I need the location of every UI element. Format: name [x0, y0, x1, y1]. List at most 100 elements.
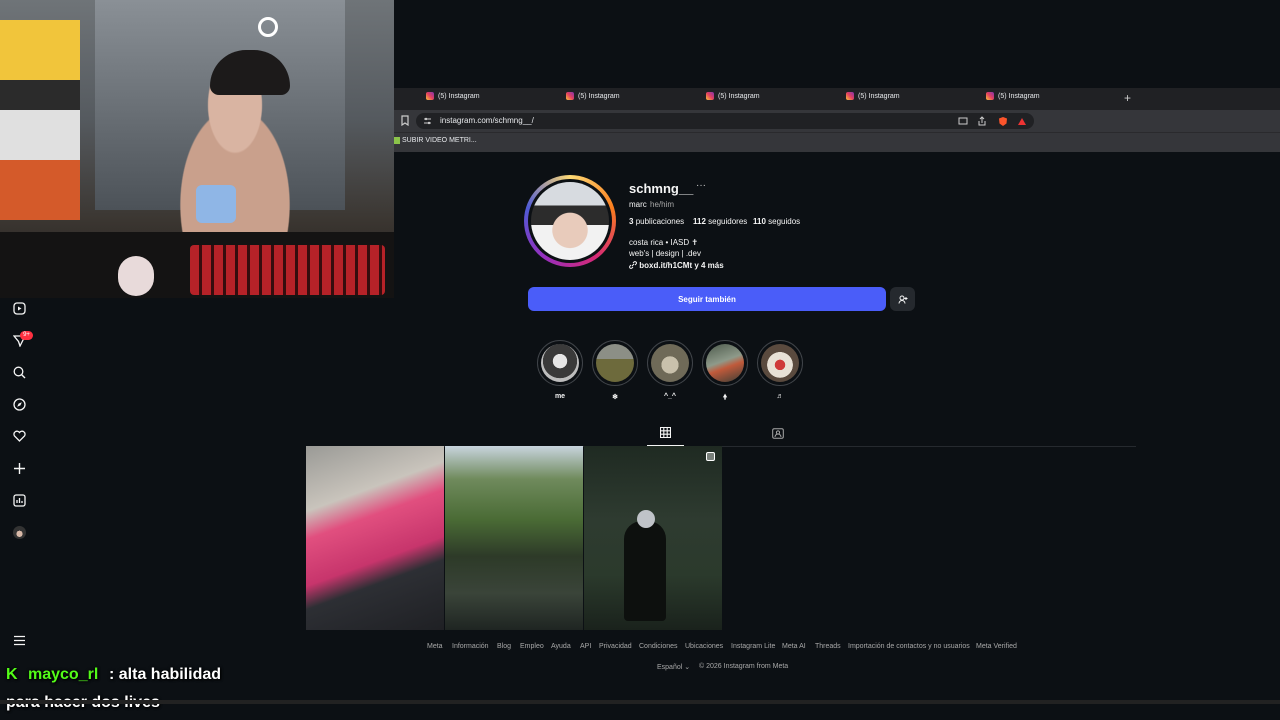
language-selector[interactable]: Español ⌄	[657, 663, 690, 671]
chat-message: : alta habilidad	[109, 666, 222, 683]
notification-badge: 9+	[20, 331, 33, 340]
story-highlight[interactable]	[592, 340, 638, 386]
footer-link[interactable]: Threads	[815, 643, 841, 650]
tab-label: (5) Instagram	[998, 92, 1040, 100]
highlight-cover	[541, 344, 579, 382]
posts-label: publicaciones	[635, 217, 685, 226]
highlight-label: ♬	[776, 393, 784, 400]
instagram-favicon-icon	[986, 92, 994, 100]
new-tab-button[interactable]: +	[1124, 91, 1131, 105]
followers-count: 112	[693, 217, 706, 226]
language-label: Español	[657, 664, 683, 671]
footer-link[interactable]: Ubicaciones	[685, 643, 723, 650]
footer-link[interactable]: Meta Verified	[976, 643, 1017, 650]
bio-line: costa rica • IASD ✝	[629, 238, 699, 247]
kick-logo-icon: K	[6, 666, 18, 683]
following-label: seguidos	[768, 217, 801, 226]
profile-avatar[interactable]	[11, 524, 27, 540]
chevron-down-icon: ⌄	[684, 664, 691, 671]
followers-stat[interactable]: 112 seguidores	[693, 217, 747, 226]
story-highlight[interactable]	[702, 340, 748, 386]
tab-tagged[interactable]	[768, 424, 788, 442]
footer-link[interactable]: Importación de contactos y no usuarios	[848, 643, 970, 650]
highlight-label: ^_^	[663, 393, 677, 400]
avatar	[12, 525, 26, 539]
footer-link[interactable]: Meta	[427, 643, 443, 650]
share-icon[interactable]	[977, 116, 987, 126]
bookmark-item[interactable]: SUBIR VIDEO METRI...	[402, 137, 477, 144]
followers-label: seguidores	[708, 217, 748, 226]
footer-link[interactable]: Condiciones	[639, 643, 678, 650]
footer-link[interactable]: Ayuda	[551, 643, 571, 650]
explore-icon[interactable]	[11, 396, 27, 412]
browser-tab[interactable]: (5) Instagram	[706, 92, 760, 100]
brave-shield-icon[interactable]	[998, 116, 1008, 127]
brave-rewards-icon[interactable]	[1017, 117, 1027, 126]
dashboard-icon[interactable]	[11, 492, 27, 508]
post-thumbnail[interactable]	[445, 446, 583, 630]
instagram-favicon-icon	[846, 92, 854, 100]
cast-icon[interactable]	[958, 117, 968, 125]
footer-link[interactable]: API	[580, 643, 591, 650]
highlight-label: me	[554, 393, 566, 400]
story-highlight[interactable]	[537, 340, 583, 386]
create-icon[interactable]	[11, 460, 27, 476]
post-thumbnail[interactable]	[306, 446, 444, 630]
profile-full-name: marc	[629, 200, 647, 209]
webcam-mouse	[118, 256, 154, 296]
story-highlight[interactable]	[647, 340, 693, 386]
carousel-icon	[706, 452, 715, 461]
webcam-overlay	[0, 0, 394, 298]
site-settings-icon[interactable]	[423, 117, 432, 125]
tab-label: (5) Instagram	[438, 92, 480, 100]
tab-posts[interactable]	[647, 420, 684, 446]
add-person-icon	[898, 295, 907, 304]
footer-link[interactable]: Empleo	[520, 643, 544, 650]
post-figure	[624, 521, 666, 621]
footer-link[interactable]: Privacidad	[599, 643, 632, 650]
footer-link[interactable]: Meta AI	[782, 643, 806, 650]
tab-label: (5) Instagram	[718, 92, 760, 100]
bottom-bar	[0, 700, 1280, 704]
browser-tab[interactable]: (5) Instagram	[846, 92, 900, 100]
grid-icon	[660, 427, 671, 438]
menu-icon[interactable]	[11, 632, 27, 648]
instagram-favicon-icon	[426, 92, 434, 100]
posts-count: 3	[629, 217, 634, 226]
footer-link[interactable]: Instagram Lite	[731, 643, 775, 650]
instagram-favicon-icon	[706, 92, 714, 100]
posts-count-stat: 3 publicaciones	[629, 217, 684, 226]
search-icon[interactable]	[11, 364, 27, 380]
suggested-accounts-button[interactable]	[890, 287, 915, 311]
link-icon	[629, 261, 637, 269]
browser-tab[interactable]: (5) Instagram	[426, 92, 480, 100]
highlight-cover	[651, 344, 689, 382]
heart-icon[interactable]	[11, 428, 27, 444]
highlight-cover	[596, 344, 634, 382]
profile-link[interactable]: boxd.it/h1CMt y 4 más	[629, 261, 724, 270]
reels-icon[interactable]	[11, 300, 27, 316]
bookmark-favicon-icon	[394, 137, 400, 144]
bookmark-icon[interactable]	[401, 115, 409, 126]
footer-link[interactable]: Información	[452, 643, 489, 650]
follow-button[interactable]: Seguir también	[528, 287, 886, 311]
link-text: boxd.it/h1CMt y 4 más	[639, 261, 724, 270]
webcam-keyboard	[190, 245, 385, 295]
instagram-favicon-icon	[566, 92, 574, 100]
webcam-shoeboxes	[0, 20, 80, 220]
bio-line: web's | design | .dev	[629, 249, 701, 258]
footer-link[interactable]: Blog	[497, 643, 511, 650]
story-highlight[interactable]	[757, 340, 803, 386]
tab-label: (5) Instagram	[858, 92, 900, 100]
url-text[interactable]: instagram.com/schmng__/	[440, 116, 534, 125]
profile-avatar-large[interactable]	[528, 179, 612, 263]
profile-username: schmng__	[629, 181, 694, 196]
post-thumbnail[interactable]	[584, 446, 722, 630]
post-figure-head	[637, 510, 655, 528]
following-stat[interactable]: 110 seguidos	[753, 217, 800, 226]
more-options-icon[interactable]: ···	[696, 180, 706, 191]
tab-label: (5) Instagram	[578, 92, 620, 100]
browser-tab[interactable]: (5) Instagram	[566, 92, 620, 100]
browser-tab[interactable]: (5) Instagram	[986, 92, 1040, 100]
highlight-label: 🠝	[722, 394, 728, 401]
